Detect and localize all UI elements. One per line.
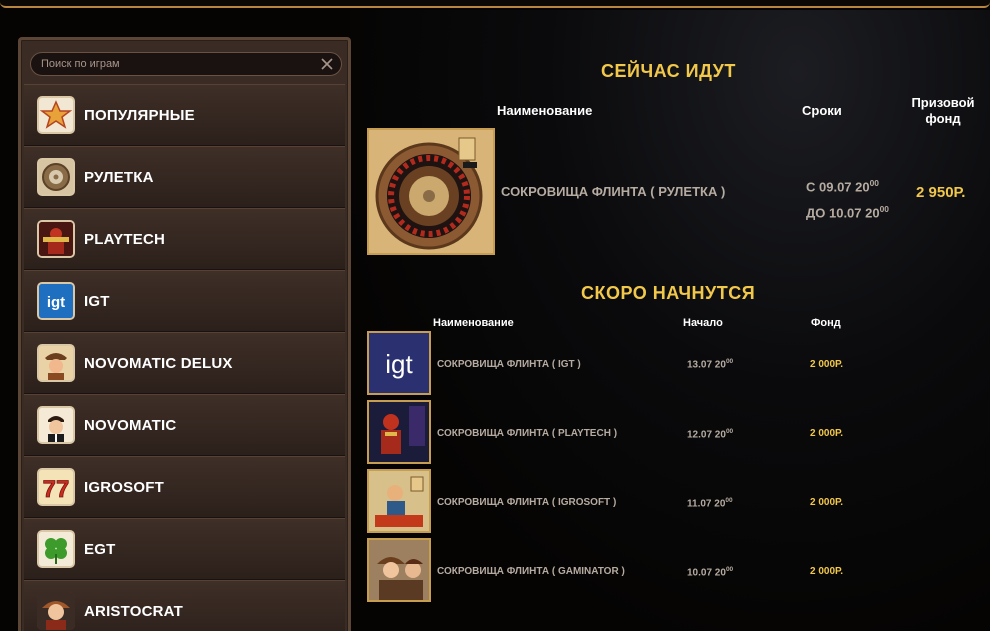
- sidebar-item-popular[interactable]: ПОПУЛЯРНЫЕ: [24, 84, 345, 146]
- upcoming-fund: 2 000Р.: [810, 359, 843, 370]
- sidebar-item-label: РУЛЕТКА: [84, 169, 154, 186]
- upcoming-game-name[interactable]: СОКРОВИЩА ФЛИНТА ( GAMINATOR ): [437, 566, 625, 577]
- col-dates: Сроки: [802, 103, 842, 118]
- seven-seven-icon: 77: [37, 468, 75, 506]
- sidebar-item-igt[interactable]: igt IGT: [24, 270, 345, 332]
- date-to: ДО 10.07 20: [806, 205, 880, 221]
- sidebar-item-label: ПОПУЛЯРНЫЕ: [84, 107, 195, 124]
- date-from: С 09.07 20: [806, 179, 870, 195]
- igt-thumbnail[interactable]: igt: [367, 331, 431, 395]
- upcoming-fund: 2 000Р.: [810, 566, 843, 577]
- aristocrat-icon: [37, 592, 75, 630]
- col-prize-line1: Призовой: [911, 95, 975, 110]
- novomatic-icon: [37, 406, 75, 444]
- current-prize: 2 950Р.: [916, 184, 966, 201]
- sidebar-item-egt[interactable]: EGT: [24, 518, 345, 580]
- sidebar-item-label: PLAYTECH: [84, 231, 166, 248]
- top-bar: [0, 0, 990, 8]
- upcoming-title: СКОРО НАЧНУТСЯ: [581, 283, 756, 303]
- col-prize-line2: фонд: [925, 111, 961, 126]
- sidebar-item-igrosoft[interactable]: 77 IGROSOFT: [24, 456, 345, 518]
- date-from-sup: 00: [869, 178, 879, 188]
- col-name: Наименование: [497, 103, 593, 118]
- col-prize: Призовой фонд: [905, 95, 981, 127]
- upcoming-fund: 2 000Р.: [810, 497, 843, 508]
- roulette-icon: [37, 158, 75, 196]
- roulette-thumbnail[interactable]: [367, 128, 495, 255]
- igt-logo-icon: igt: [37, 282, 75, 320]
- sidebar-item-novomatic[interactable]: NOVOMATIC: [24, 394, 345, 456]
- current-game-name[interactable]: СОКРОВИЩА ФЛИНТА ( РУЛЕТКА ): [501, 184, 725, 199]
- sidebar-item-playtech[interactable]: PLAYTECH: [24, 208, 345, 270]
- svg-text:igt: igt: [47, 294, 65, 311]
- upcoming-start: 13.07 2000: [687, 358, 733, 370]
- upcoming-game-name[interactable]: СОКРОВИЩА ФЛИНТА ( IGT ): [437, 359, 581, 370]
- playtech-icon: [37, 220, 75, 258]
- upcoming-start: 11.07 2000: [687, 497, 733, 509]
- star-icon: [37, 96, 75, 134]
- start-sup: 00: [725, 358, 734, 365]
- sidebar-item-label: ARISTOCRAT: [84, 603, 183, 620]
- upcoming-game-name[interactable]: СОКРОВИЩА ФЛИНТА ( PLAYTECH ): [437, 428, 617, 439]
- clover-icon: [37, 530, 75, 568]
- current-dates: С 09.07 2000 ДО 10.07 2000: [806, 172, 889, 225]
- current-title: СЕЙЧАС ИДУТ: [601, 61, 736, 81]
- upcoming-game-name[interactable]: СОКРОВИЩА ФЛИНТА ( IGROSOFT ): [437, 497, 616, 508]
- igrosoft-thumbnail[interactable]: [367, 469, 431, 533]
- sidebar-item-label: IGROSOFT: [84, 479, 164, 496]
- search-input[interactable]: [41, 53, 311, 75]
- sidebar: ПОПУЛЯРНЫЕ РУЛЕТКА PLAYTECH igt IGT NOVO…: [18, 37, 351, 631]
- start-sup: 00: [725, 566, 734, 573]
- upcoming-fund: 2 000Р.: [810, 428, 843, 439]
- playtech-thumbnail[interactable]: [367, 400, 431, 464]
- start-value: 10.07 20: [687, 567, 726, 579]
- sidebar-item-label: IGT: [84, 293, 110, 310]
- sidebar-item-label: NOVOMATIC: [84, 417, 177, 434]
- close-icon[interactable]: [319, 56, 335, 72]
- upcoming-start: 10.07 2000: [687, 566, 733, 578]
- gaminator-thumbnail[interactable]: [367, 538, 431, 602]
- sidebar-item-aristocrat[interactable]: ARISTOCRAT: [24, 580, 345, 631]
- date-to-sup: 00: [879, 204, 889, 215]
- start-value: 11.07 20: [687, 498, 726, 510]
- start-sup: 00: [725, 497, 733, 504]
- col-start: Начало: [683, 317, 723, 329]
- sidebar-item-novomatic-delux[interactable]: NOVOMATIC DELUX: [24, 332, 345, 394]
- upcoming-start: 12.07 2000: [687, 428, 733, 440]
- novomatic-delux-icon: [37, 344, 75, 382]
- start-sup: 00: [725, 428, 734, 435]
- sidebar-item-label: EGT: [84, 541, 116, 558]
- sidebar-item-label: NOVOMATIC DELUX: [84, 355, 233, 372]
- start-value: 13.07 20: [687, 359, 726, 371]
- start-value: 12.07 20: [687, 429, 726, 441]
- svg-text:77: 77: [43, 476, 70, 503]
- search-box: [30, 52, 342, 76]
- sidebar-item-roulette[interactable]: РУЛЕТКА: [24, 146, 345, 208]
- col-fund: Фонд: [811, 317, 841, 329]
- col-name-small: Наименование: [433, 317, 514, 329]
- svg-text:igt: igt: [385, 349, 413, 379]
- category-menu: ПОПУЛЯРНЫЕ РУЛЕТКА PLAYTECH igt IGT NOVO…: [24, 84, 345, 631]
